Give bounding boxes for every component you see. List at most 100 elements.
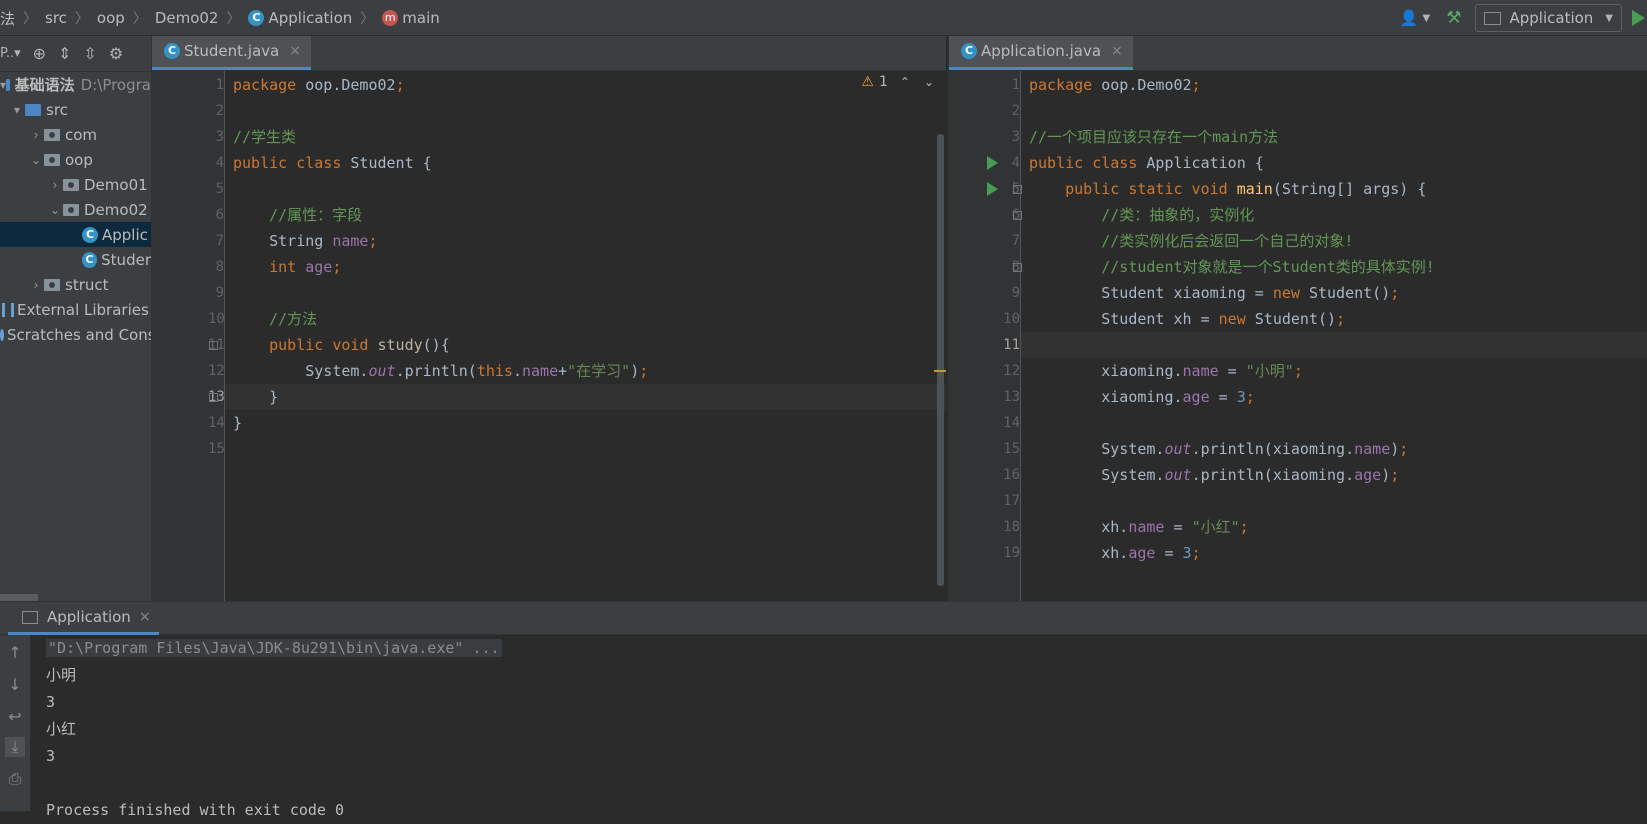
chevron-down-icon[interactable]: ⌄ (924, 75, 934, 89)
code-line[interactable]: System.out.println(this.name+"在学习"); (225, 358, 946, 384)
chevron-icon[interactable]: ▾ (9, 103, 25, 117)
chevron-down-icon[interactable]: ▼ (1423, 13, 1431, 24)
code-line[interactable]: //方法 (225, 306, 946, 332)
tree-item[interactable]: ⌄ oop (0, 147, 151, 172)
code-line[interactable]: //类实例化后会返回一个自己的对象! (1021, 228, 1647, 254)
code-line[interactable]: String name; (225, 228, 946, 254)
tab-application-java[interactable]: C Application.java × (949, 36, 1133, 70)
code-line[interactable]: Student xh = new Student(); (1021, 306, 1647, 332)
run-gutter-icon[interactable] (987, 182, 998, 196)
console-line-text: 小明 (46, 666, 77, 684)
chevron-icon[interactable]: › (47, 178, 63, 192)
code-line[interactable]: xiaoming.age = 3; (1021, 384, 1647, 410)
tree-item[interactable]: External Libraries (0, 297, 151, 322)
breadcrumb-method[interactable]: m main (382, 9, 440, 27)
code-line[interactable] (225, 436, 946, 462)
code-line[interactable]: //student对象就是一个Student类的具体实例! (1021, 254, 1647, 280)
vertical-scrollbar[interactable] (937, 134, 944, 586)
run-configuration-select[interactable]: Application ▼ (1475, 4, 1622, 32)
chevron-icon[interactable]: › (28, 128, 44, 142)
tree-item[interactable]: ⌄ Demo02 (0, 197, 151, 222)
breadcrumb-src[interactable]: src (45, 9, 67, 27)
horizontal-scrollbar[interactable] (0, 594, 38, 601)
fold-marker-icon[interactable] (209, 341, 218, 350)
collapse-all-icon[interactable]: ⇳ (83, 44, 96, 63)
code-line[interactable]: package oop.Demo02; (1021, 72, 1647, 98)
gear-icon[interactable]: ⚙ (109, 44, 123, 63)
code-line[interactable]: xh.age = 3; (1021, 540, 1647, 566)
code-line[interactable] (1021, 488, 1647, 514)
build-hammer-icon[interactable]: ⚒ (1446, 8, 1461, 28)
tree-item[interactable]: ▾ 基础语法 D:\Progra (0, 72, 151, 97)
locate-icon[interactable]: ⊕ (33, 44, 46, 63)
code-line[interactable]: package oop.Demo02; (225, 72, 946, 98)
code-line[interactable]: //属性：字段 (225, 202, 946, 228)
code-line[interactable]: int age; (225, 254, 946, 280)
tree-item[interactable]: C Studer (0, 247, 151, 272)
soft-wrap-icon[interactable]: ↩ (5, 707, 25, 727)
code-line[interactable]: System.out.println(xiaoming.age); (1021, 462, 1647, 488)
run-gutter-icon[interactable] (987, 156, 998, 170)
tree-item[interactable]: Scratches and Cons (0, 322, 151, 347)
code-token: .println(xiaoming. (1191, 440, 1355, 458)
scroll-to-end-icon[interactable]: ⤓ (5, 737, 25, 757)
code-area[interactable]: package oop.Demo02; //学生类 public class Stu… (225, 71, 946, 601)
inspection-widget[interactable]: ⚠ 1 ⌃ ⌄ (861, 74, 934, 90)
code-line[interactable]: } (225, 410, 946, 436)
code-line[interactable] (225, 98, 946, 124)
tree-item[interactable]: C Applic (0, 222, 151, 247)
tree-item[interactable]: ▾ src (0, 97, 151, 122)
code-line[interactable] (1021, 410, 1647, 436)
tab-student-java[interactable]: C Student.java × (152, 36, 311, 70)
code-line[interactable] (1021, 98, 1647, 124)
breadcrumb-class[interactable]: C Application (248, 9, 352, 27)
breadcrumb-oop[interactable]: oop (97, 9, 125, 27)
breadcrumb-root[interactable]: 法 (0, 8, 15, 29)
code-token: new (1218, 310, 1255, 328)
code-line[interactable]: public class Application { (1021, 150, 1647, 176)
code-line[interactable] (1021, 332, 1647, 358)
user-icon[interactable]: 👤 (1400, 9, 1419, 27)
code-line[interactable]: } (225, 384, 946, 410)
code-line[interactable]: Student xiaoming = new Student(); (1021, 280, 1647, 306)
code-token: ; (1390, 466, 1400, 484)
tree-item-label: struct (65, 275, 109, 294)
chevron-icon[interactable]: › (28, 278, 44, 292)
close-icon[interactable]: × (1111, 43, 1123, 59)
arrow-down-icon[interactable]: ↓ (5, 675, 25, 695)
fold-marker-icon[interactable] (209, 393, 218, 402)
code-line[interactable]: public void study(){ (225, 332, 946, 358)
arrow-up-icon[interactable]: ↑ (5, 643, 25, 663)
code-line[interactable]: System.out.println(xiaoming.name); (1021, 436, 1647, 462)
tree-item[interactable]: › com (0, 122, 151, 147)
breadcrumb-demo02[interactable]: Demo02 (155, 9, 219, 27)
code-line[interactable] (225, 280, 946, 306)
code-line[interactable]: public static void main(String[] args) { (1021, 176, 1647, 202)
tree-item[interactable]: › struct (0, 272, 151, 297)
chevron-icon[interactable]: ⌄ (28, 153, 44, 167)
code-line[interactable]: //一个项目应该只存在一个main方法 (1021, 124, 1647, 150)
chevron-up-icon[interactable]: ⌃ (900, 75, 910, 89)
code-line[interactable]: xh.name = "小红"; (1021, 514, 1647, 540)
code-line[interactable] (225, 176, 946, 202)
console-output[interactable]: "D:\Program Files\Java\JDK-8u291\bin\jav… (46, 635, 502, 824)
chevron-icon[interactable]: ⌄ (47, 203, 63, 217)
tree-item[interactable]: › Demo01 (0, 172, 151, 197)
code-token: "在学习" (567, 362, 631, 380)
code-token: ; (395, 76, 405, 94)
class-icon: C (164, 43, 180, 59)
expand-all-icon[interactable]: ⇕ (58, 44, 71, 63)
print-icon[interactable]: ⎙ (5, 769, 25, 789)
code-token: ; (1191, 76, 1201, 94)
code-line[interactable]: //学生类 (225, 124, 946, 150)
project-view-selector[interactable]: P..▾ (0, 46, 21, 61)
tab-run-application[interactable]: Application × (8, 602, 159, 635)
run-icon[interactable] (1632, 10, 1645, 26)
close-icon[interactable]: × (139, 609, 151, 625)
code-line[interactable]: //类：抽象的，实例化 (1021, 202, 1647, 228)
tree-item-label: Demo02 (84, 200, 148, 219)
code-line[interactable]: xiaoming.name = "小明"; (1021, 358, 1647, 384)
close-icon[interactable]: × (289, 43, 301, 59)
code-area[interactable]: package oop.Demo02; //一个项目应该只存在一个main方法 pu… (1021, 71, 1647, 601)
code-line[interactable]: public class Student { (225, 150, 946, 176)
